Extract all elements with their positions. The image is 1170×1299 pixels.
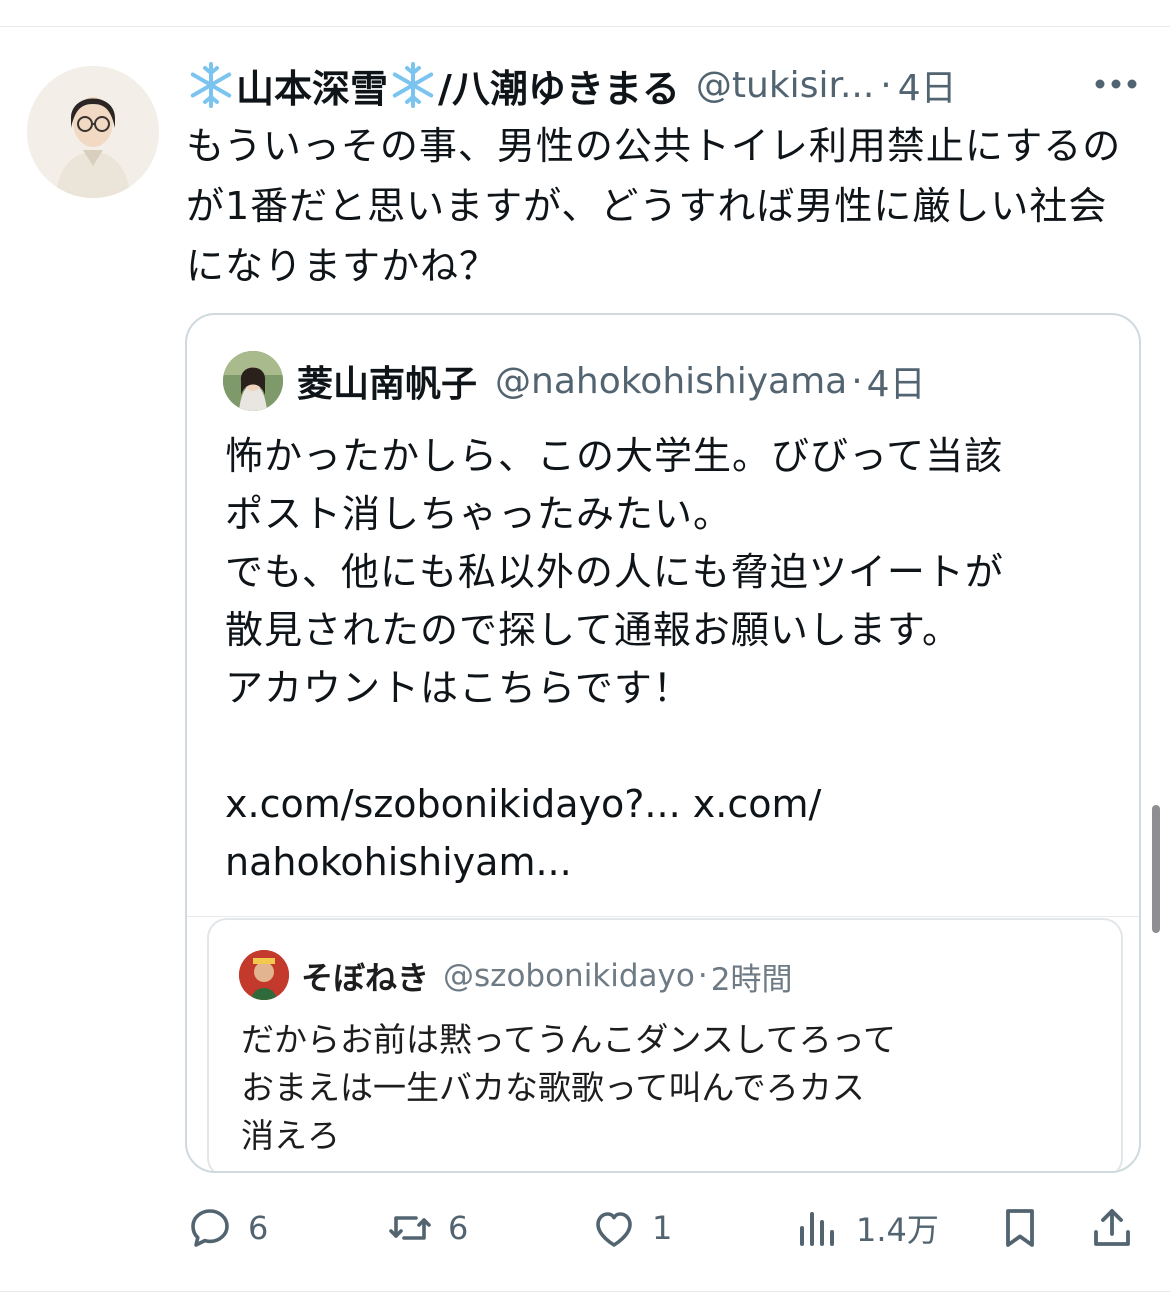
snowflake-icon [392,62,434,108]
bookmark-icon [1006,1209,1034,1247]
retweet-count: 6 [448,1209,469,1247]
quoted-time: 4日 [866,364,926,405]
heart-icon [596,1212,632,1247]
retweet-icon [389,1216,431,1240]
quoted-line: でも、他にも私以外の人にも脅迫ツイートが [225,550,1004,594]
bottom-divider [0,1291,1170,1292]
views-count: 1.4万 [856,1211,939,1249]
quoted-links: x.com/szobonikidayo?... x.com/nahokohish… [225,775,1105,891]
views-button[interactable]: 1.4万 [794,1200,939,1256]
scrollbar[interactable] [1152,805,1160,933]
author-name-part1: 山本深雪 [236,66,389,111]
embedded-text: だからお前は黙ってうんこダンスしてろって おまえは一生バカな歌歌って叫んでろカス… [241,1016,1101,1160]
analytics-icon [800,1212,834,1246]
avatar-image [239,950,289,1000]
snowflake-icon [190,62,232,108]
tweet-time[interactable]: 4日 [898,60,957,110]
bookmark-button[interactable] [996,1200,1044,1256]
separator-dot: · [851,360,863,402]
divider [187,916,1139,917]
tweet-header: 山本深雪 /八潮ゆきまる @tukisir... · 4日 [186,60,1086,110]
retweet-button[interactable]: 6 [386,1200,468,1256]
link-text: x.com/ [692,782,822,826]
top-divider [0,26,1170,27]
reply-button[interactable]: 6 [186,1200,268,1256]
avatar-image [223,351,283,411]
quoted-line: アカウントはこちらです！ [225,666,692,710]
share-button[interactable] [1088,1200,1136,1256]
quoted-line: 怖かったかしら、この大学生。びびって当該 [225,434,1004,478]
reply-icon [191,1209,229,1247]
more-horizontal-icon[interactable] [1092,76,1140,92]
author-name[interactable]: 山本深雪 /八潮ゆきまる [186,60,680,110]
embedded-line: だからお前は黙ってうんこダンスしてろって [241,1020,897,1059]
quoted-text: 怖かったかしら、この大学生。びびって当該 ポスト消しちゃったみたい。 でも、他に… [225,427,1105,717]
quoted-tweet[interactable]: 菱山南帆子 @nahokohishiyama · 4日 怖かったかしら、この大学… [185,313,1141,1173]
avatar-image [27,66,159,198]
embedded-header: そぼねき @szobonikidayo · 2時間 [301,954,792,998]
embedded-time: 2時間 [710,961,793,998]
author-handle[interactable]: @tukisir... [696,65,874,106]
embedded-line: 消えろ [241,1116,340,1155]
link-text: nahokohishiyam... [225,840,572,884]
embedded-author-name: そぼねき [301,959,430,997]
like-button[interactable]: 1 [590,1200,672,1256]
quoted-line: 散見されたので探して通報お願いします。 [225,608,962,652]
separator-dot: · [697,958,708,994]
embedded-author-avatar [239,950,289,1000]
author-avatar[interactable] [27,66,159,198]
separator-dot: · [880,64,892,106]
embedded-author-handle: @szobonikidayo [443,958,695,994]
quoted-author-avatar [223,351,283,411]
link-szobonikidayo[interactable]: x.com/szobonikidayo?... [225,782,681,826]
quoted-author-name[interactable]: 菱山南帆子 [297,355,477,407]
quoted-header: 菱山南帆子 @nahokohishiyama · 4日 [297,355,926,407]
quoted-author-handle[interactable]: @nahokohishiyama [495,361,847,402]
share-icon [1094,1209,1130,1246]
embedded-line: おまえは一生バカな歌歌って叫んでろカス [241,1068,865,1107]
action-bar: 6 6 1 1.4万 [0,1200,1170,1256]
embedded-screenshot: そぼねき @szobonikidayo · 2時間 だからお前は黙ってうんこダン… [207,918,1123,1171]
quoted-line: ポスト消しちゃったみたい。 [225,492,733,536]
tweet-text: もういっその事、男性の公共トイレ利用禁止にするのが1番だと思いますが、どうすれば… [186,124,1122,288]
like-count: 1 [652,1209,673,1247]
author-name-part2: /八潮ゆきまる [438,66,680,111]
reply-count: 6 [248,1209,269,1247]
